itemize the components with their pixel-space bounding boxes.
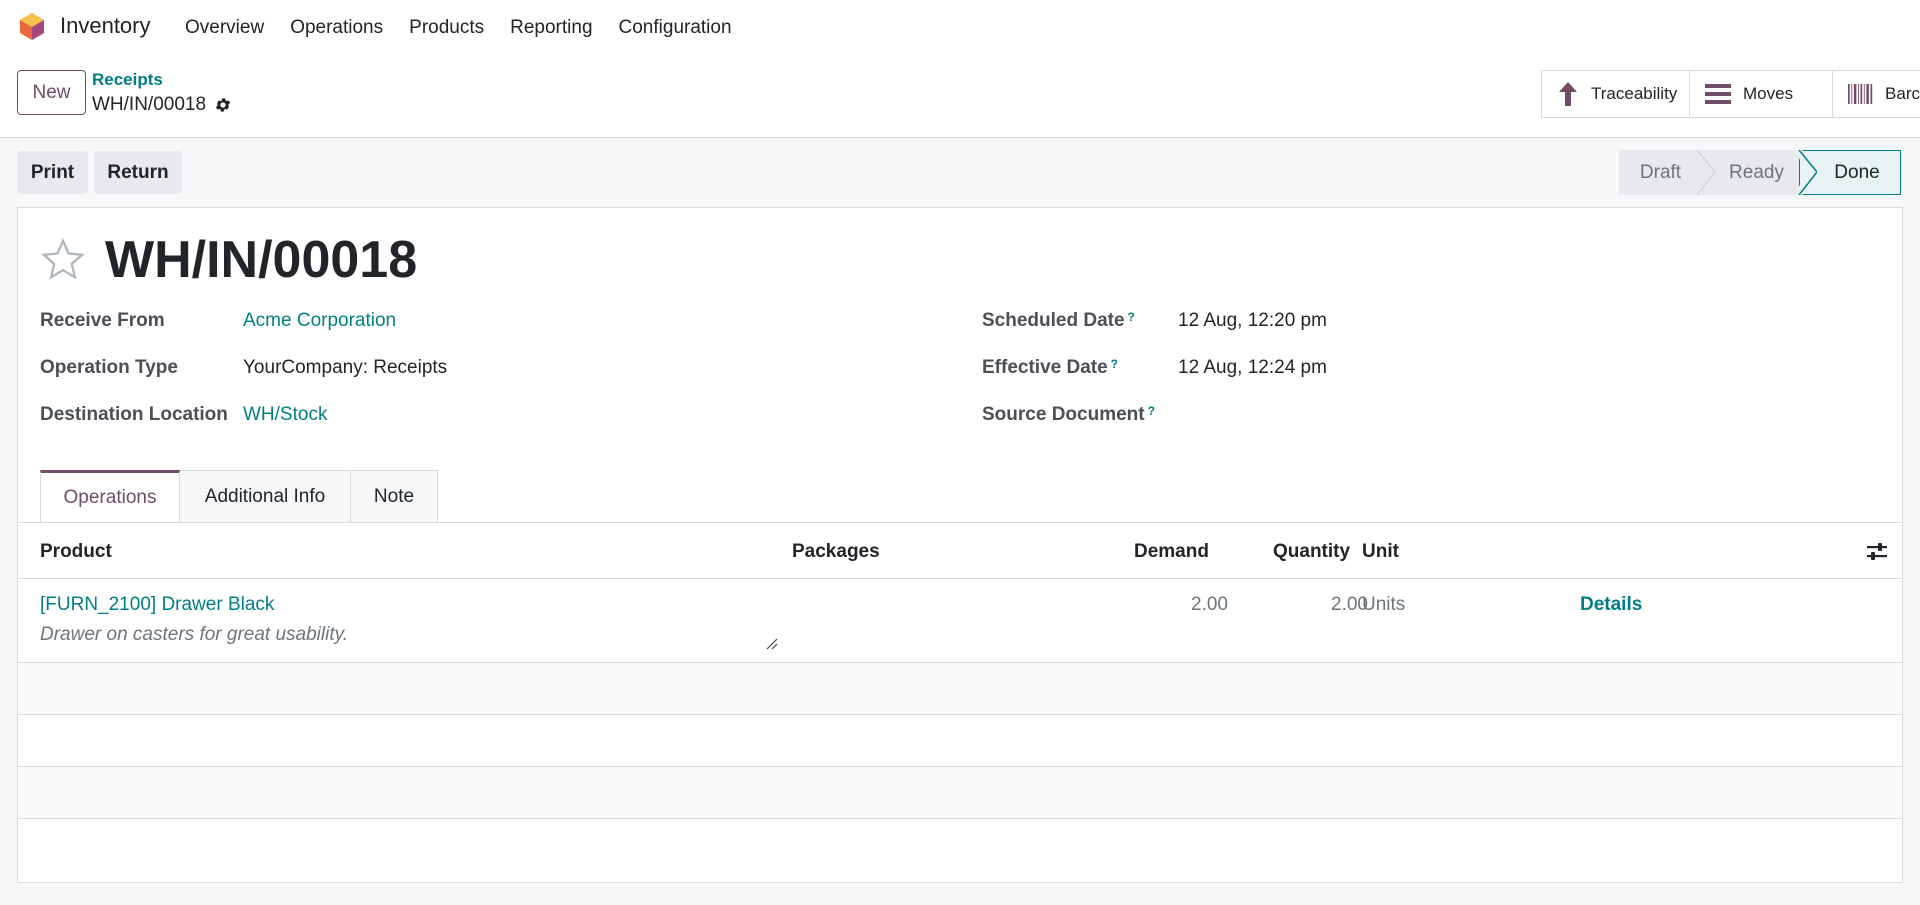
menu-reporting[interactable]: Reporting	[510, 17, 592, 39]
quantity-value[interactable]: 2.00	[1278, 594, 1368, 616]
breadcrumb-receipts[interactable]: Receipts	[92, 70, 163, 90]
help-icon[interactable]: ?	[1111, 357, 1118, 371]
moves-button[interactable]: Moves	[1690, 71, 1833, 118]
scheduled-date-label: Scheduled Date?	[982, 310, 1135, 332]
breadcrumb-current: WH/IN/00018	[92, 94, 232, 116]
column-product[interactable]: Product	[40, 541, 112, 563]
effective-date-value[interactable]: 12 Aug, 12:24 pm	[1178, 357, 1327, 379]
star-icon[interactable]	[40, 237, 86, 283]
column-packages[interactable]: Packages	[792, 541, 880, 563]
barcode-button[interactable]: Barc	[1833, 71, 1920, 118]
empty-row	[18, 715, 1902, 766]
receive-from-value[interactable]: Acme Corporation	[243, 310, 396, 332]
main-menu: Overview Operations Products Reporting C…	[172, 0, 745, 56]
stage-draft[interactable]: Draft	[1619, 150, 1702, 195]
scheduled-date-label-text: Scheduled Date	[982, 310, 1125, 331]
print-button[interactable]: Print	[17, 151, 88, 194]
app-name[interactable]: Inventory	[60, 13, 151, 39]
control-panel: New Receipts WH/IN/00018 Traceability Mo…	[0, 56, 1920, 138]
smart-buttons: Traceability Moves Barc	[1541, 70, 1920, 118]
menu-overview[interactable]: Overview	[185, 17, 264, 39]
source-document-label: Source Document?	[982, 404, 1155, 426]
record-title: WH/IN/00018	[105, 231, 418, 289]
header-divider	[18, 578, 1902, 579]
inventory-app-icon[interactable]	[17, 11, 47, 41]
traceability-label: Traceability	[1591, 84, 1678, 103]
barcode-icon	[1848, 83, 1873, 105]
tab-additional-info[interactable]: Additional Info	[180, 470, 351, 522]
menu-products[interactable]: Products	[409, 17, 484, 39]
arrow-up-icon	[1559, 82, 1577, 106]
menu-configuration[interactable]: Configuration	[619, 17, 732, 39]
top-navbar: Inventory Overview Operations Products R…	[0, 0, 1920, 56]
scheduled-date-value[interactable]: 12 Aug, 12:20 pm	[1178, 310, 1327, 332]
help-icon[interactable]: ?	[1148, 404, 1155, 418]
column-unit[interactable]: Unit	[1362, 541, 1399, 563]
column-demand[interactable]: Demand	[1134, 541, 1209, 563]
product-description[interactable]: Drawer on casters for great usability.	[40, 624, 348, 646]
traceability-button[interactable]: Traceability	[1542, 71, 1690, 118]
bars-icon	[1705, 84, 1731, 104]
column-settings-icon[interactable]	[1866, 541, 1888, 563]
barcode-label: Barc	[1885, 84, 1920, 103]
product-link[interactable]: [FURN_2100] Drawer Black	[40, 594, 274, 616]
tab-note[interactable]: Note	[351, 470, 438, 522]
tabs-divider	[18, 522, 1902, 523]
effective-date-label: Effective Date?	[982, 357, 1118, 379]
details-button[interactable]: Details	[1580, 594, 1642, 616]
row-divider	[18, 818, 1902, 819]
unit-value[interactable]: Units	[1362, 594, 1405, 616]
empty-row	[18, 663, 1902, 714]
receive-from-label: Receive From	[40, 310, 165, 331]
stage-separator-1	[1696, 150, 1716, 195]
gear-icon[interactable]	[214, 96, 232, 114]
tab-operations[interactable]: Operations	[40, 470, 180, 522]
stage-separator-2	[1793, 150, 1817, 195]
return-button[interactable]: Return	[94, 151, 182, 194]
resize-handle-icon[interactable]	[766, 638, 778, 650]
operation-type-value[interactable]: YourCompany: Receipts	[243, 357, 447, 379]
operation-type-label: Operation Type	[40, 357, 178, 378]
demand-value[interactable]: 2.00	[1138, 594, 1228, 616]
status-bar: Draft Ready Done	[1619, 150, 1901, 195]
destination-location-label: Destination Location	[40, 404, 228, 425]
breadcrumb-current-label: WH/IN/00018	[92, 94, 207, 115]
help-icon[interactable]: ?	[1128, 310, 1135, 324]
empty-row	[18, 767, 1902, 818]
column-quantity[interactable]: Quantity	[1273, 541, 1350, 563]
source-document-label-text: Source Document	[982, 404, 1145, 425]
effective-date-label-text: Effective Date	[982, 357, 1108, 378]
notebook-tabs: Operations Additional Info Note	[40, 470, 438, 522]
menu-operations[interactable]: Operations	[290, 17, 383, 39]
destination-location-value[interactable]: WH/Stock	[243, 404, 327, 426]
new-button[interactable]: New	[17, 70, 86, 115]
form-sheet: WH/IN/00018 Receive From Acme Corporatio…	[17, 207, 1903, 883]
moves-label: Moves	[1743, 84, 1794, 103]
